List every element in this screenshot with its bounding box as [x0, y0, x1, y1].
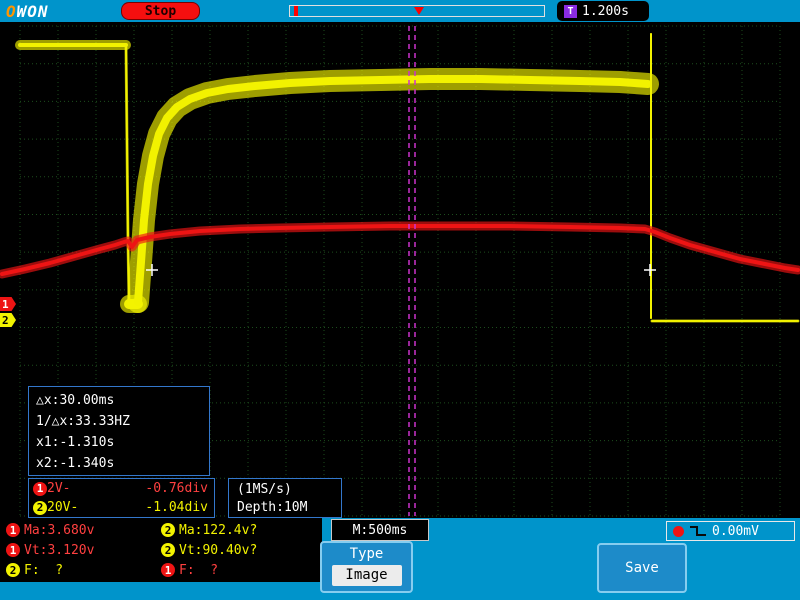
- ch1-badge: 1: [161, 563, 175, 577]
- acquisition-readout: (1MS/s) Depth:10M: [228, 478, 342, 518]
- measurement-ch1-vtop: 1 Vt:3.120v: [6, 541, 94, 559]
- channel1-offset: -0.76div: [145, 481, 208, 496]
- cursor-delta-x: △x:30.00ms: [36, 390, 209, 411]
- measurement-ch1-max: 1 Ma:3.680v: [6, 521, 94, 539]
- channel1-badge: 1: [33, 482, 47, 496]
- measurement-ch2-vtop: 2 Vt:90.40v?: [161, 541, 257, 559]
- timebase-readout: M:500ms: [331, 519, 429, 541]
- trigger-time-readout: T 1.200s: [557, 1, 649, 21]
- top-status-bar: OWON Stop T 1.200s: [0, 0, 800, 22]
- channel2-badge: 2: [33, 501, 47, 515]
- trigger-edge-icon: [689, 524, 707, 538]
- trigger-source-icon: [673, 526, 684, 537]
- measurement-value: F: ?: [24, 563, 63, 578]
- ch2-badge: 2: [6, 563, 20, 577]
- cursor-measure-readout: △x:30.00ms 1/△x:33.33HZ x1:-1.310s x2:-1…: [28, 386, 210, 476]
- channel2-volts-div: 20V-: [47, 500, 78, 515]
- owon-logo: OWON: [6, 2, 49, 21]
- ch1-badge: 1: [6, 543, 20, 557]
- trigger-level-value: 0.00mV: [712, 524, 759, 539]
- measurement-ch2-freq: 2 F: ?: [6, 561, 63, 579]
- run-stop-button[interactable]: Stop: [121, 2, 200, 20]
- sample-rate: (1MS/s): [237, 481, 341, 499]
- ch2-badge: 2: [161, 523, 175, 537]
- type-menu-button[interactable]: Type Image: [320, 541, 413, 593]
- channel2-offset: -1.04div: [145, 500, 208, 515]
- measurement-ch2-max: 2 Ma:122.4v?: [161, 521, 257, 539]
- trigger-position-ruler: [289, 5, 545, 17]
- memory-depth: Depth:10M: [237, 499, 341, 517]
- trigger-t-icon: T: [564, 5, 577, 18]
- trigger-time-value: 1.200s: [582, 4, 629, 19]
- trigger-position-marker-icon: [414, 7, 424, 15]
- ch1-badge: 1: [6, 523, 20, 537]
- oscilloscope-screen: { "colors": { "bar": "#0094cb", "ch1": "…: [0, 0, 800, 600]
- cursor-x2: x2:-1.340s: [36, 453, 209, 474]
- cursor-x1: x1:-1.310s: [36, 432, 209, 453]
- measurement-value: Vt:90.40v?: [179, 543, 257, 558]
- type-button-value[interactable]: Image: [332, 565, 402, 586]
- measurement-value: Ma:3.680v: [24, 523, 94, 538]
- trigger-level-readout: 0.00mV: [666, 521, 795, 541]
- cursor-inverse-delta-x: 1/△x:33.33HZ: [36, 411, 209, 432]
- ch2-badge: 2: [161, 543, 175, 557]
- measurement-value: Ma:122.4v?: [179, 523, 257, 538]
- save-button[interactable]: Save: [597, 543, 687, 593]
- memory-window-marker: [294, 6, 298, 16]
- measurement-panel: 1 Ma:3.680v 2 Ma:122.4v? 1 Vt:3.120v 2 V…: [0, 518, 322, 582]
- channel-scale-readout: 1 2V- -0.76div 2 20V- -1.04div: [28, 478, 215, 518]
- type-button-label: Type: [322, 546, 411, 562]
- measurement-ch1-freq: 1 F: ?: [161, 561, 218, 579]
- measurement-value: F: ?: [179, 563, 218, 578]
- channel1-volts-div: 2V-: [47, 481, 70, 496]
- channel1-scale-row: 1 2V- -0.76div: [29, 479, 214, 498]
- measurement-value: Vt:3.120v: [24, 543, 94, 558]
- channel2-scale-row: 2 20V- -1.04div: [29, 498, 214, 517]
